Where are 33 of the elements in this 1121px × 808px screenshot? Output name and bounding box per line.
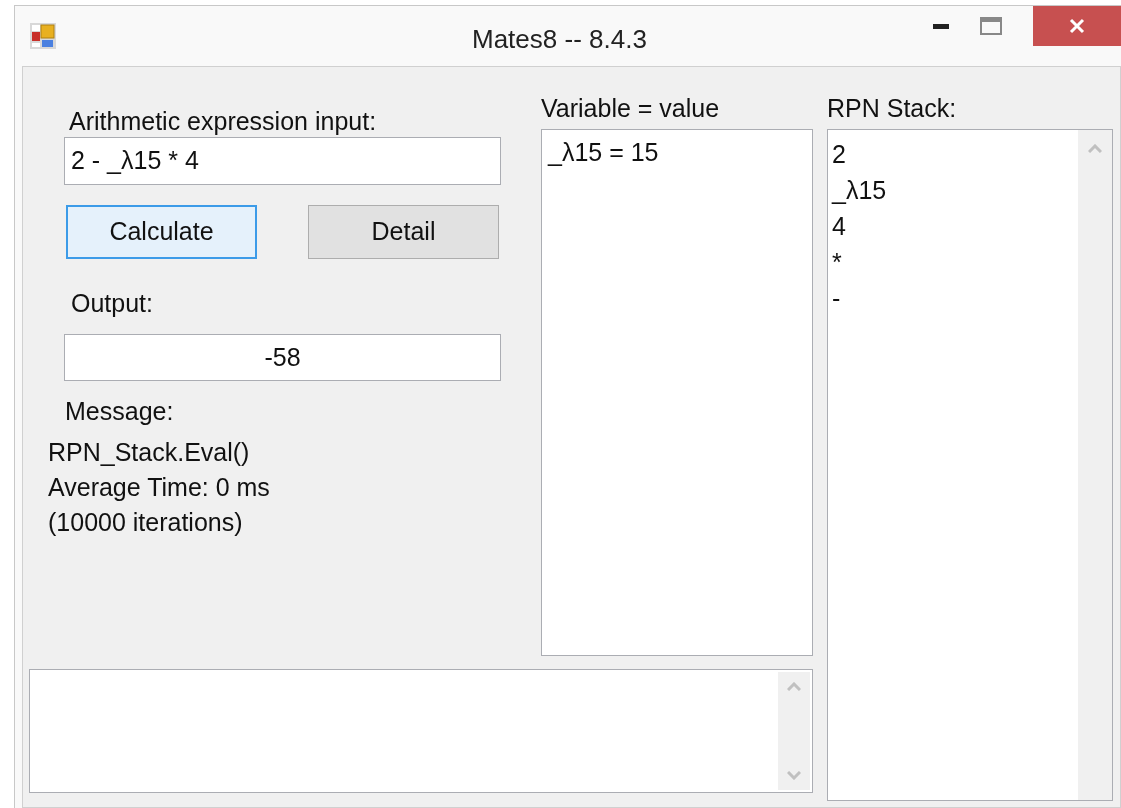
message-line: RPN_Stack.Eval() (48, 437, 251, 468)
stack-item[interactable]: - (832, 280, 841, 316)
scrollbar[interactable] (778, 672, 810, 790)
rpn-stack-label: RPN Stack: (827, 93, 958, 120)
expression-input[interactable]: 2 - _λ15 * 4 (64, 137, 501, 185)
variables-label: Variable = value (541, 93, 721, 120)
close-icon (1069, 18, 1085, 34)
maximize-icon (980, 17, 1002, 35)
rpn-stack-list[interactable]: 2 _λ15 4 * - (827, 129, 1113, 801)
app-icon (29, 22, 57, 50)
message-line: (10000 iterations) (48, 507, 244, 538)
message-label: Message: (65, 396, 175, 423)
button[interactable]: Detail (308, 205, 499, 259)
minimize-icon (933, 23, 949, 29)
variable-item[interactable]: _λ15 = 15 (548, 136, 659, 168)
window-title: Mates8 -- 8.4.3 (472, 23, 647, 56)
message-line: Average Time: 0 ms (48, 472, 271, 503)
stack-item[interactable]: 2 (832, 136, 846, 172)
scroll-down-icon[interactable] (787, 771, 801, 780)
scrollbar[interactable] (1078, 130, 1112, 800)
variables-list[interactable]: _λ15 = 15 (541, 129, 813, 656)
expression-value: 2 - _λ15 * 4 (71, 145, 199, 177)
output-label: Output: (71, 288, 154, 315)
scroll-up-icon[interactable] (1088, 144, 1102, 153)
expression-label: Arithmetic expression input: (69, 106, 378, 133)
text-area[interactable] (29, 669, 813, 793)
stack-item[interactable]: * (832, 244, 842, 280)
stack-item[interactable]: _λ15 (832, 172, 887, 208)
button[interactable]: Calculate (66, 205, 257, 259)
output-value: -58 (264, 341, 301, 373)
close-button[interactable] (1033, 6, 1121, 46)
scroll-up-icon[interactable] (787, 682, 801, 691)
stack-item[interactable]: 4 (832, 208, 846, 244)
